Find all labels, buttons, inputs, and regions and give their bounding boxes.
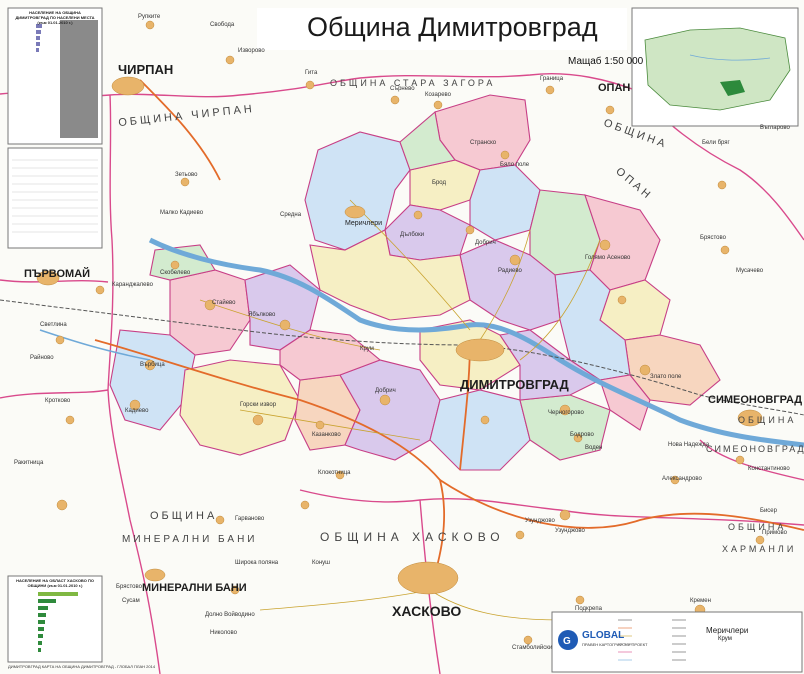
label-obshtina-harmanli: ХАРМАНЛИ [722, 544, 797, 554]
label-village: Подкрепа [575, 606, 602, 612]
label-chirpan: ЧИРПАН [118, 62, 174, 77]
label-village: Дълбоки [400, 232, 425, 238]
inset-locator-map [631, 7, 799, 127]
label-village: Бяло поле [500, 162, 530, 168]
footer-publisher: ДИМИТРОВГРАД КАРТА НА ОБЩИНА ДИМИТРОВГРА… [8, 664, 156, 669]
label-obshtina-haskovo: ОБЩИНА ХАСКОВО [320, 530, 505, 544]
label-merichleri-se: Меричлери [706, 626, 749, 635]
label-village: Гита [305, 70, 318, 76]
settlement-haskovo [397, 561, 459, 595]
label-village: Светлина [40, 322, 67, 328]
label-village: Средна [280, 212, 302, 218]
label-mineralni-bani: МИНЕРАЛНИ БАНИ [142, 582, 247, 594]
label-village: Зетьово [175, 172, 198, 178]
label-village: Бисер [760, 508, 777, 514]
label-village: Клокотница [318, 470, 351, 476]
label-village: Кротково [45, 398, 71, 404]
label-village: Козарево [425, 92, 451, 98]
label-village: Стамболийски [512, 645, 553, 651]
label-village: Конуш [312, 560, 330, 566]
label-village: Бели бряг [702, 140, 730, 146]
label-village: Примово [762, 530, 787, 536]
label-village: Нова Надежда [668, 442, 710, 448]
label-simeonovgrad: СИМЕОНОВГРАД [708, 394, 803, 406]
label-village: Добрич [475, 240, 496, 246]
label-village: Райново [30, 355, 54, 361]
label-village: Граница [540, 76, 564, 82]
population-table-title: НАСЕЛЕНИЕ НА ОБЩИНА ДИМИТРОВГРАД ПО НАСЕ… [15, 10, 95, 25]
label-village: Радиево [498, 268, 522, 274]
label-merichleri: Меричлери [345, 220, 383, 227]
label-village: Александрово [662, 476, 702, 482]
label-village: Гарваново [235, 516, 265, 522]
map-scale: Мащаб 1:50 000 [568, 56, 644, 67]
svg-text:G: G [563, 636, 571, 647]
label-village: Изворово [238, 48, 265, 54]
population-table [7, 7, 103, 145]
label-village: Николово [210, 630, 237, 636]
label-opan: ОПАН [598, 82, 631, 94]
settlement-merichleri [344, 205, 366, 219]
label-village: Голямо Асеново [585, 255, 631, 261]
label-village: Долно Войводино [205, 612, 255, 618]
label-obshtina-mineralni: МИНЕРАЛНИ БАНИ [122, 534, 258, 545]
map: G Община Димитровград Мащаб 1:50 000 НАС… [0, 0, 804, 674]
label-village: Добрич [375, 388, 396, 394]
label-village: Малко Кадиево [160, 210, 204, 216]
label-village: Широка поляна [235, 560, 279, 566]
label-village: Узунджово [525, 518, 555, 524]
settlement-dimitrovgrad [455, 338, 505, 362]
title-box: Община Димитровград [257, 8, 627, 50]
label-village: Злато поле [650, 374, 682, 380]
label-village: Върбица [140, 362, 165, 368]
label-dimitrovgrad: ДИМИТРОВГРАД [460, 377, 569, 392]
label-village: Каранджалево [112, 282, 153, 288]
label-obshtina-mineralni-top: ОБЩИНА [150, 510, 218, 522]
haskovo-population-chart [7, 575, 103, 663]
label-village: Скобелево [160, 270, 191, 276]
label-village: Ракитница [14, 460, 44, 466]
label-village: Сърнево [390, 86, 415, 92]
label-village: Рупките [138, 14, 161, 20]
label-village: Казанково [312, 432, 341, 438]
map-canvas: G [0, 0, 804, 674]
label-village: Воден [585, 445, 603, 451]
label-village: Брястово [700, 235, 726, 241]
label-obshtina-simeonovgrad-top: ОБЩИНА [738, 415, 797, 425]
label-village: Узунджово [555, 528, 585, 534]
label-obshtina-simeonovgrad: СИМЕОНОВГРАД [706, 444, 804, 454]
label-village: Крум [360, 346, 374, 352]
label-village: Черногорово [548, 410, 584, 416]
label-haskovo: ХАСКОВО [392, 603, 462, 619]
label-village: Кремен [690, 598, 711, 604]
label-parvomay: ПЪРВОМАЙ [24, 268, 91, 280]
label-village: Странско [470, 140, 497, 146]
label-village: Брястово [116, 584, 142, 590]
label-village: Сусам [122, 598, 140, 604]
label-krum: Крум [718, 636, 732, 642]
logo-subtext: ПРАВЕН КАРТОГРАФСКИ ПРОЕКТ [582, 642, 648, 647]
haskovo-chart-title: НАСЕЛЕНИЕ НА ОБЛАСТ ХАСКОВО ПО ОБЩИНИ (к… [16, 578, 94, 588]
label-village: Ябълково [248, 312, 276, 318]
map-title: Община Димитровград [307, 12, 598, 42]
label-village: Мусачево [736, 268, 764, 274]
settlement-mineralni-bani [144, 568, 166, 582]
label-village: Константиново [748, 466, 790, 472]
data-list-panel [7, 147, 103, 249]
label-village: Стайево [212, 300, 236, 306]
label-village: Горски извор [240, 402, 277, 408]
label-village: Брод [432, 180, 446, 186]
settlement-chirpan [111, 76, 145, 96]
label-village: Въгларово [760, 125, 790, 131]
label-village: Бодрово [570, 432, 594, 438]
label-village: Свобода [210, 22, 235, 28]
label-village: Кадиево [125, 408, 149, 414]
logo-text: GLOBAL [582, 630, 625, 641]
